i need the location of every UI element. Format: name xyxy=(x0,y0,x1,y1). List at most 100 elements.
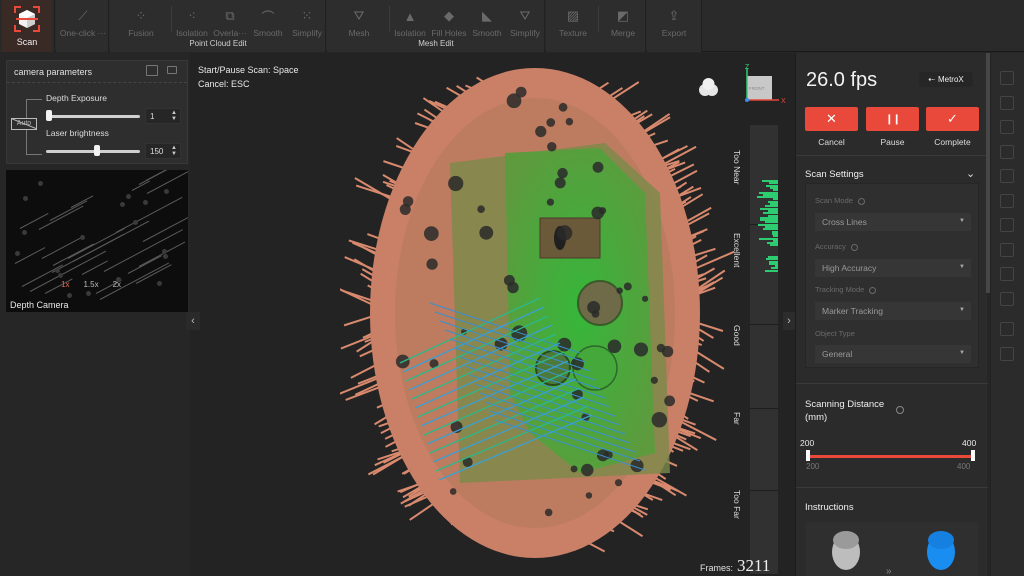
caret-down-icon: ▼ xyxy=(959,350,965,356)
isolation-icon: ▲ xyxy=(403,8,417,24)
spin-arrows-icon[interactable]: ▲ ▼ xyxy=(171,145,177,157)
collapse-right-panel-button[interactable]: › xyxy=(783,312,795,330)
texture-button[interactable]: ▨ Texture xyxy=(553,0,593,38)
plane-icon[interactable] xyxy=(1000,267,1014,281)
select-icon[interactable] xyxy=(1000,71,1014,85)
shortcut-start-pause: Start/Pause Scan: Space xyxy=(198,65,299,75)
info-icon[interactable] xyxy=(857,197,865,205)
brush-icon[interactable] xyxy=(1000,144,1014,159)
pc-smooth-button[interactable]: ⌒ Smooth xyxy=(250,0,286,39)
mesh-smooth-button[interactable]: ◣ Smooth xyxy=(468,0,506,38)
complete-scan-button[interactable]: ✓ xyxy=(926,107,979,131)
merge-label: Merge xyxy=(610,28,636,38)
laser-brightness-thumb[interactable] xyxy=(94,145,101,156)
zoom-option-1x[interactable]: 1x xyxy=(61,280,69,289)
depth-exposure-value: 1 xyxy=(150,111,155,121)
merge-button[interactable]: ◩ Merge xyxy=(603,0,643,38)
object-type-select[interactable]: General ▼ xyxy=(815,345,971,363)
mesh-icon: ⛛ xyxy=(353,8,365,23)
info-icon[interactable] xyxy=(869,286,877,294)
scan-mode-label: Scan Mode xyxy=(815,196,865,205)
marker-target xyxy=(546,198,555,206)
export-button[interactable]: ⇪ Export xyxy=(652,0,696,38)
depth-exposure-slider[interactable] xyxy=(46,115,140,118)
accuracy-select[interactable]: High Accuracy ▼ xyxy=(815,259,971,277)
rotate-icon[interactable] xyxy=(1000,218,1014,232)
redo-icon[interactable] xyxy=(1000,346,1014,361)
range-low-handle[interactable] xyxy=(806,450,810,461)
info-icon[interactable] xyxy=(850,243,858,251)
object-type-label: Object Type xyxy=(815,329,855,338)
pc-isolation-button[interactable]: ⁖ Isolation xyxy=(172,0,212,38)
scan-button[interactable]: Scan xyxy=(2,0,52,52)
fill-holes-label: Fill Holes xyxy=(431,28,467,38)
box-select-icon[interactable] xyxy=(1000,95,1014,110)
lasso-icon[interactable] xyxy=(1000,120,1014,134)
mesh-label: Mesh xyxy=(348,28,370,38)
fill-holes-button[interactable]: ◆ Fill Holes xyxy=(430,0,468,38)
laser-streak xyxy=(14,247,45,265)
range-high-handle[interactable] xyxy=(971,450,975,461)
display-mode-icon[interactable] xyxy=(695,75,720,100)
float-window-icon[interactable] xyxy=(167,66,177,74)
spin-arrows-icon[interactable]: ▲ ▼ xyxy=(171,110,177,122)
scanning-distance-range[interactable] xyxy=(808,455,973,458)
shade-icon[interactable] xyxy=(1000,193,1014,208)
depth-exposure-thumb[interactable] xyxy=(46,110,52,121)
one-click-button[interactable]: ⟋ One-click ··· xyxy=(58,0,108,38)
auto-toggle[interactable]: Auto xyxy=(11,118,37,130)
marker-dot xyxy=(120,201,126,207)
frame-counter: Frames: 3211 xyxy=(700,556,770,576)
range-low-value: 200 xyxy=(806,462,820,471)
marker-target xyxy=(426,258,438,270)
mesh-button[interactable]: ⛛ Mesh xyxy=(340,0,378,38)
merge-icon: ◩ xyxy=(616,8,630,23)
cancel-scan-button[interactable]: ✕ xyxy=(805,107,858,131)
invert-icon[interactable] xyxy=(1000,169,1014,183)
laser-streak xyxy=(136,263,173,284)
point-cloud xyxy=(340,68,735,558)
laser-streak xyxy=(67,227,125,259)
marker-target xyxy=(515,86,527,98)
3d-viewport[interactable]: FRONT Z X Too Near Excellent Good Far To… xyxy=(190,53,795,576)
laser-brightness-slider[interactable] xyxy=(46,150,140,153)
collapse-left-panel-button[interactable]: ‹ xyxy=(186,312,200,330)
fps-readout: 26.0 fps xyxy=(806,69,878,91)
isolation-icon: ⁖ xyxy=(188,8,196,23)
laser-brightness-input[interactable]: 150 ▲ ▼ xyxy=(145,143,181,159)
scan-settings-box: Scan Mode Cross Lines ▼ Accuracy High Acc… xyxy=(805,183,979,368)
chevron-right-icon: › xyxy=(787,315,791,327)
depth-exposure-input[interactable]: 1 ▲ ▼ xyxy=(145,108,181,124)
info-icon[interactable] xyxy=(896,406,904,414)
tracking-mode-select[interactable]: Marker Tracking ▼ xyxy=(815,302,971,320)
pc-simplify-label: Simplify xyxy=(292,28,322,38)
marker-dot xyxy=(14,250,20,256)
marker-target xyxy=(656,343,666,353)
divider xyxy=(796,487,988,488)
tracking-mode-label: Tracking Mode xyxy=(815,285,877,294)
marker-target xyxy=(614,479,623,487)
mesh-simplify-button[interactable]: ⛛ Simplify xyxy=(506,0,544,38)
marker-target xyxy=(423,226,439,241)
scan-mode-select[interactable]: Cross Lines ▼ xyxy=(815,213,971,231)
chevron-down-icon[interactable]: ⌄ xyxy=(966,167,975,180)
pc-simplify-button[interactable]: ⁙ Simplify xyxy=(288,0,326,38)
depth-camera-label: Depth Camera xyxy=(10,300,69,310)
tracking-mode-value: Marker Tracking xyxy=(822,306,883,316)
device-button[interactable]: ⇠ MetroX xyxy=(919,72,973,87)
crop-icon[interactable] xyxy=(1000,242,1014,257)
caret-down-icon: ▼ xyxy=(959,218,965,224)
marker-target xyxy=(664,395,676,407)
pause-scan-button[interactable]: ❙❙ xyxy=(866,107,919,131)
mesh-isolation-button[interactable]: ▲ Isolation xyxy=(390,0,430,39)
pc-overlap-button[interactable]: ⧉ Overla··· xyxy=(212,0,248,38)
clip-icon[interactable] xyxy=(1000,291,1014,306)
zoom-option-1-5x[interactable]: 1.5x xyxy=(83,280,98,289)
undo-icon[interactable] xyxy=(1000,322,1014,336)
complete-label: Complete xyxy=(934,137,971,147)
zoom-option-2x[interactable]: 2x xyxy=(113,280,121,289)
laser-brightness-value: 150 xyxy=(150,146,164,156)
scan-settings-title: Scan Settings xyxy=(805,169,864,180)
reset-icon[interactable] xyxy=(146,65,158,76)
pc-fusion-button[interactable]: ⁘ Fusion xyxy=(120,0,162,38)
